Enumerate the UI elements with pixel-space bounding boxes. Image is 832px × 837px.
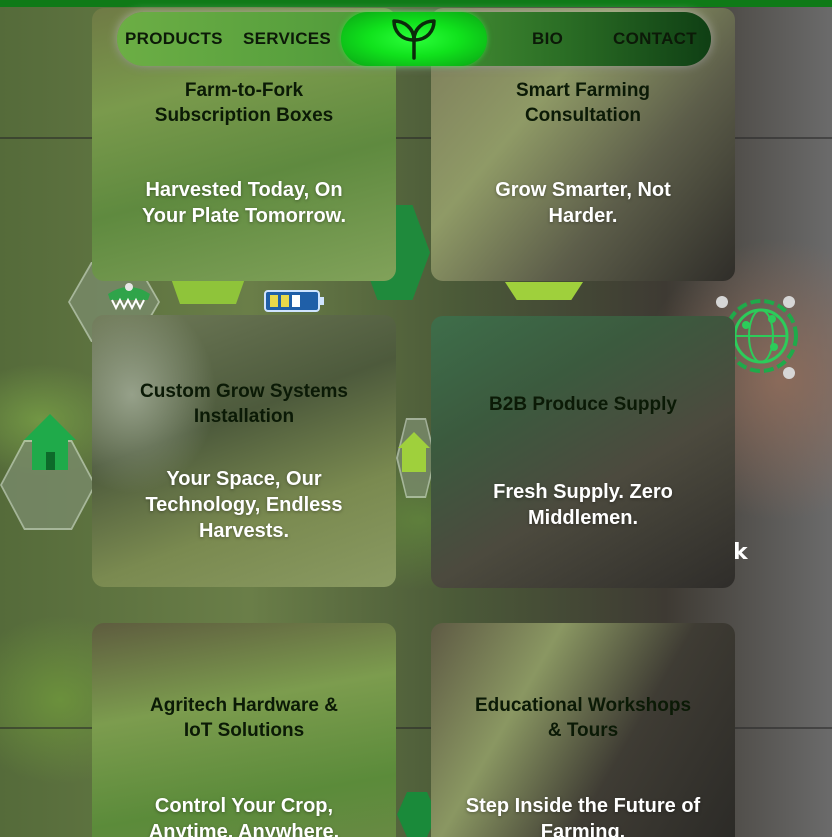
card-title: Educational Workshops & Tours — [474, 695, 692, 741]
card-tagline: Control Your Crop, Anytime, Anywhere. — [148, 795, 340, 837]
card-title: Custom Grow Systems Installation — [140, 381, 348, 427]
card-tagline: Step Inside the Future of Farming. — [465, 795, 701, 837]
home-logo-button[interactable] — [341, 12, 487, 66]
card-tagline: Fresh Supply. Zero Middlemen. — [493, 481, 673, 529]
battery-icon — [264, 290, 324, 312]
top-accent-band — [0, 0, 832, 7]
nav-bio-link[interactable]: BIO — [532, 12, 563, 66]
card-title: Agritech Hardware & IoT Solutions — [150, 695, 338, 741]
nav-contact-link[interactable]: CONTACT — [613, 12, 697, 66]
service-card-educational-workshops[interactable]: Educational Workshops & Tours Step Inside… — [431, 623, 735, 837]
network-node — [783, 296, 795, 308]
house-icon — [24, 414, 76, 470]
main-navigation: PRODUCTS SERVICES BIO CONTACT — [117, 12, 711, 66]
service-card-custom-grow-systems[interactable]: Custom Grow Systems Installation Your Spa… — [92, 315, 396, 587]
nav-products-link[interactable]: PRODUCTS — [125, 12, 223, 66]
shop-icon — [108, 283, 150, 311]
house-icon — [398, 432, 430, 472]
background-text-fragment: k — [733, 540, 748, 565]
card-title: Smart Farming Consultation — [515, 80, 651, 126]
card-tagline: Your Space, Our Technology, Endless Harves… — [145, 468, 343, 542]
service-card-b2b-produce[interactable]: B2B Produce Supply Fresh Supply. Zero Mid… — [431, 316, 735, 588]
leaf-sprout-icon — [392, 19, 436, 60]
service-card-agritech-hardware[interactable]: Agritech Hardware & IoT Solutions Control… — [92, 623, 396, 837]
nav-services-link[interactable]: SERVICES — [243, 12, 331, 66]
card-tagline: Harvested Today, On Your Plate Tomorrow. — [141, 179, 347, 227]
card-title: B2B Produce Supply — [489, 394, 677, 415]
hexagon-shape — [505, 282, 583, 300]
card-title: Farm-to-Fork Subscription Boxes — [154, 80, 334, 126]
network-node — [783, 367, 795, 379]
card-tagline: Grow Smarter, Not Harder. — [495, 179, 671, 227]
network-node — [716, 296, 728, 308]
